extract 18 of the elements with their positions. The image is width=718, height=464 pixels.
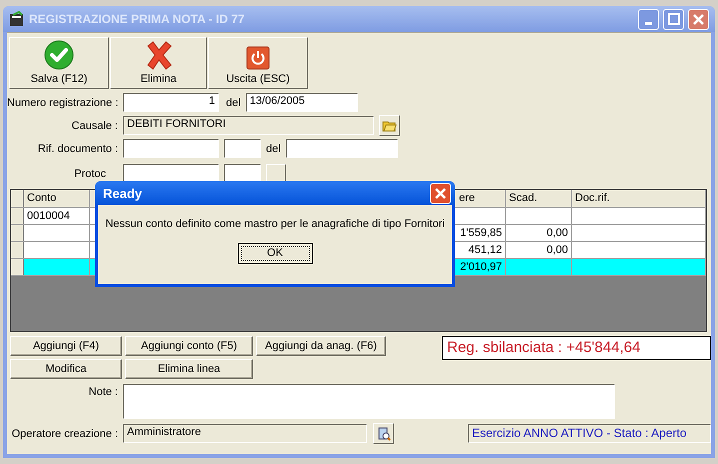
column-header: Conto [24,190,90,207]
table-cell: 0,00 [506,225,572,241]
dialog-title: Ready [103,186,144,200]
field-label: del [266,142,281,154]
table-cell: 0010004 [24,208,90,224]
table-cell: 0,00 [506,242,572,258]
field-label: Protoc [73,168,107,180]
field-label: Causale : [70,120,118,132]
window-title: REGISTRAZIONE PRIMA NOTA - ID 77 [29,12,246,26]
field-label: del [226,96,241,108]
field-label: Rif. documento : [36,142,118,154]
column-header: Scad. [506,190,572,207]
field-label: Operatore creazione : [10,428,118,440]
status-display: Esercizio ANNO ATTIVO - Stato : Aperto [468,424,711,443]
field-label: Numero registrazione : [7,96,118,108]
column-header: Doc.rif. [572,190,706,207]
balance-display: Reg. sbilanciata : +45'844,64 [442,336,711,360]
field-label: Note : [88,385,118,398]
